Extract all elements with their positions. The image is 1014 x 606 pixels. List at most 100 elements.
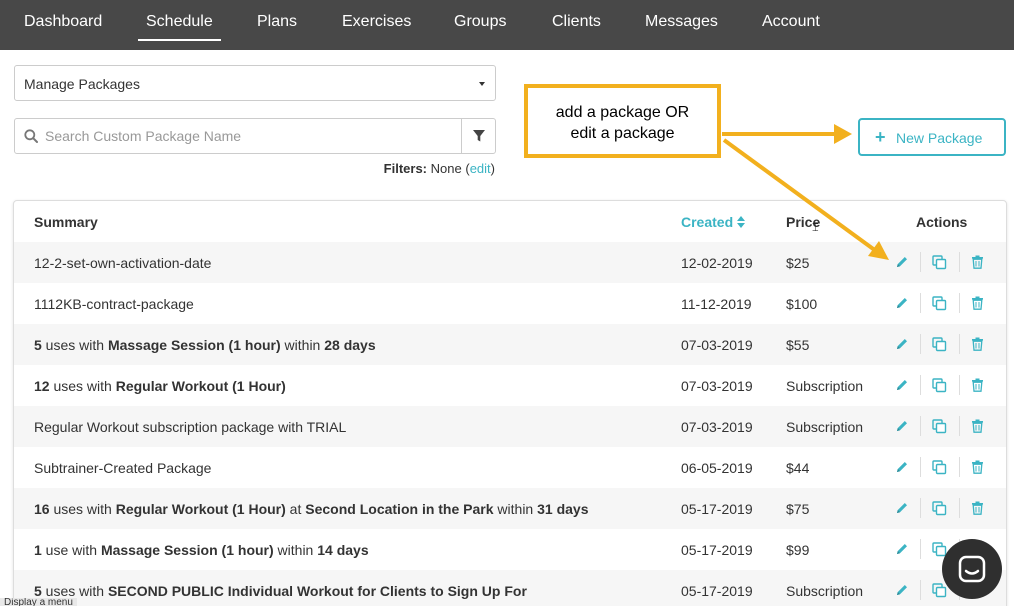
cell-summary: 12 uses with Regular Workout (1 Hour) bbox=[34, 378, 286, 394]
header-summary: Summary bbox=[34, 214, 98, 230]
edit-pencil-icon[interactable] bbox=[895, 419, 911, 435]
action-divider bbox=[920, 539, 921, 559]
summary-segment: Regular Workout (1 Hour) bbox=[115, 378, 286, 394]
duplicate-icon[interactable] bbox=[932, 583, 948, 599]
edit-pencil-icon[interactable] bbox=[895, 460, 911, 476]
duplicate-icon[interactable] bbox=[932, 378, 948, 394]
summary-segment: Regular Workout subscription package wit… bbox=[34, 419, 347, 435]
new-package-button[interactable]: + New Package bbox=[858, 118, 1006, 156]
duplicate-icon[interactable] bbox=[932, 501, 948, 517]
action-divider bbox=[959, 293, 960, 313]
action-divider bbox=[920, 334, 921, 354]
cell-price: $100 bbox=[786, 296, 818, 312]
edit-pencil-icon[interactable] bbox=[895, 583, 911, 599]
caret-down-icon bbox=[479, 82, 485, 86]
summary-segment: 1 bbox=[34, 542, 42, 558]
cell-created: 05-17-2019 bbox=[681, 501, 753, 517]
filters-edit-link[interactable]: edit bbox=[470, 161, 491, 176]
summary-segment: 12 bbox=[34, 378, 50, 394]
table-row: Subtrainer-Created Package 06-05-2019 $44 bbox=[14, 447, 1006, 488]
manage-select[interactable]: Manage Packages bbox=[14, 65, 496, 101]
nav-account[interactable]: Account bbox=[762, 13, 820, 41]
edit-pencil-icon[interactable] bbox=[895, 255, 911, 271]
package-search bbox=[14, 118, 496, 154]
trash-icon[interactable] bbox=[971, 337, 987, 353]
sort-icon bbox=[737, 216, 746, 228]
header-created[interactable]: Created bbox=[681, 214, 746, 230]
cell-price: $55 bbox=[786, 337, 810, 353]
summary-segment: Massage Session (1 hour) bbox=[107, 337, 281, 353]
nav-exercises[interactable]: Exercises bbox=[342, 13, 411, 41]
table-row: Regular Workout subscription package wit… bbox=[14, 406, 1006, 447]
trash-icon[interactable] bbox=[971, 419, 987, 435]
nav-messages[interactable]: Messages bbox=[645, 13, 718, 41]
table-row: 16 uses with Regular Workout (1 Hour) at… bbox=[14, 488, 1006, 529]
summary-segment: 12-2-set-own-activation-date bbox=[34, 255, 212, 271]
nav-clients[interactable]: Clients bbox=[552, 13, 601, 41]
cell-summary: 1112KB-contract-package bbox=[34, 296, 194, 312]
trash-icon[interactable] bbox=[971, 378, 987, 394]
edit-pencil-icon[interactable] bbox=[895, 337, 911, 353]
callout-line-2: edit a package bbox=[570, 125, 675, 142]
nav-plans[interactable]: Plans bbox=[257, 13, 297, 41]
trash-icon[interactable] bbox=[971, 296, 987, 312]
new-package-label: New Package bbox=[896, 130, 983, 146]
summary-segment: Massage Session (1 hour) bbox=[100, 542, 274, 558]
chat-icon bbox=[958, 555, 986, 583]
manage-select-value: Manage Packages bbox=[24, 76, 140, 92]
edit-pencil-icon[interactable] bbox=[895, 501, 911, 517]
summary-segment: 5 bbox=[34, 583, 42, 599]
action-divider bbox=[920, 375, 921, 395]
summary-segment: 5 bbox=[34, 337, 42, 353]
action-divider bbox=[959, 457, 960, 477]
cell-price: $25 bbox=[786, 255, 810, 271]
cell-summary: 5 uses with Massage Session (1 hour) wit… bbox=[34, 337, 376, 353]
edit-pencil-icon[interactable] bbox=[895, 542, 911, 558]
action-divider bbox=[959, 416, 960, 436]
text-cursor-icon: ⌶ bbox=[812, 222, 819, 234]
duplicate-icon[interactable] bbox=[932, 296, 948, 312]
header-actions: Actions bbox=[916, 214, 968, 230]
summary-segment: 28 days bbox=[324, 337, 376, 353]
summary-segment: use with bbox=[41, 542, 101, 558]
summary-segment: 1112KB-contract-package bbox=[34, 296, 194, 312]
action-divider bbox=[959, 375, 960, 395]
cell-created: 07-03-2019 bbox=[681, 337, 753, 353]
duplicate-icon[interactable] bbox=[932, 460, 948, 476]
summary-segment: uses with bbox=[49, 501, 116, 517]
edit-pencil-icon[interactable] bbox=[895, 378, 911, 394]
header-created-label: Created bbox=[681, 214, 734, 230]
trash-icon[interactable] bbox=[971, 501, 987, 517]
callout-line-1: add a package OR bbox=[555, 104, 690, 121]
cell-created: 12-02-2019 bbox=[681, 255, 753, 271]
duplicate-icon[interactable] bbox=[932, 255, 948, 271]
duplicate-icon[interactable] bbox=[932, 419, 948, 435]
nav-dashboard[interactable]: Dashboard bbox=[24, 13, 102, 41]
summary-segment: SECOND PUBLIC Individual Workout for Cli… bbox=[107, 583, 527, 599]
arrowhead-new-package bbox=[834, 124, 852, 144]
cell-price: Subscription bbox=[786, 583, 864, 599]
cell-created: 07-03-2019 bbox=[681, 419, 753, 435]
filter-icon bbox=[473, 130, 485, 142]
summary-segment: Subtrainer-Created Package bbox=[34, 460, 212, 476]
duplicate-icon[interactable] bbox=[932, 337, 948, 353]
nav-schedule[interactable]: Schedule bbox=[138, 13, 221, 41]
filter-button[interactable] bbox=[461, 119, 495, 153]
search-input[interactable] bbox=[45, 120, 460, 152]
edit-pencil-icon[interactable] bbox=[895, 296, 911, 312]
menu-tooltip: Display a menu bbox=[0, 598, 77, 606]
summary-segment: uses with bbox=[41, 583, 108, 599]
action-divider bbox=[920, 580, 921, 600]
cell-summary: 1 use with Massage Session (1 hour) with… bbox=[34, 542, 369, 558]
action-divider bbox=[959, 498, 960, 518]
annotation-callout: add a package OR edit a package bbox=[524, 84, 721, 158]
cell-price: $75 bbox=[786, 501, 810, 517]
nav-groups[interactable]: Groups bbox=[454, 13, 506, 41]
trash-icon[interactable] bbox=[971, 460, 987, 476]
packages-table: Summary Created Price Actions 12-2-set-o… bbox=[13, 200, 1007, 606]
chat-launcher[interactable] bbox=[942, 539, 1002, 599]
trash-icon[interactable] bbox=[971, 255, 987, 271]
filters-close-paren: ) bbox=[490, 161, 495, 176]
summary-segment: uses with bbox=[49, 378, 116, 394]
cell-price: Subscription bbox=[786, 378, 864, 394]
